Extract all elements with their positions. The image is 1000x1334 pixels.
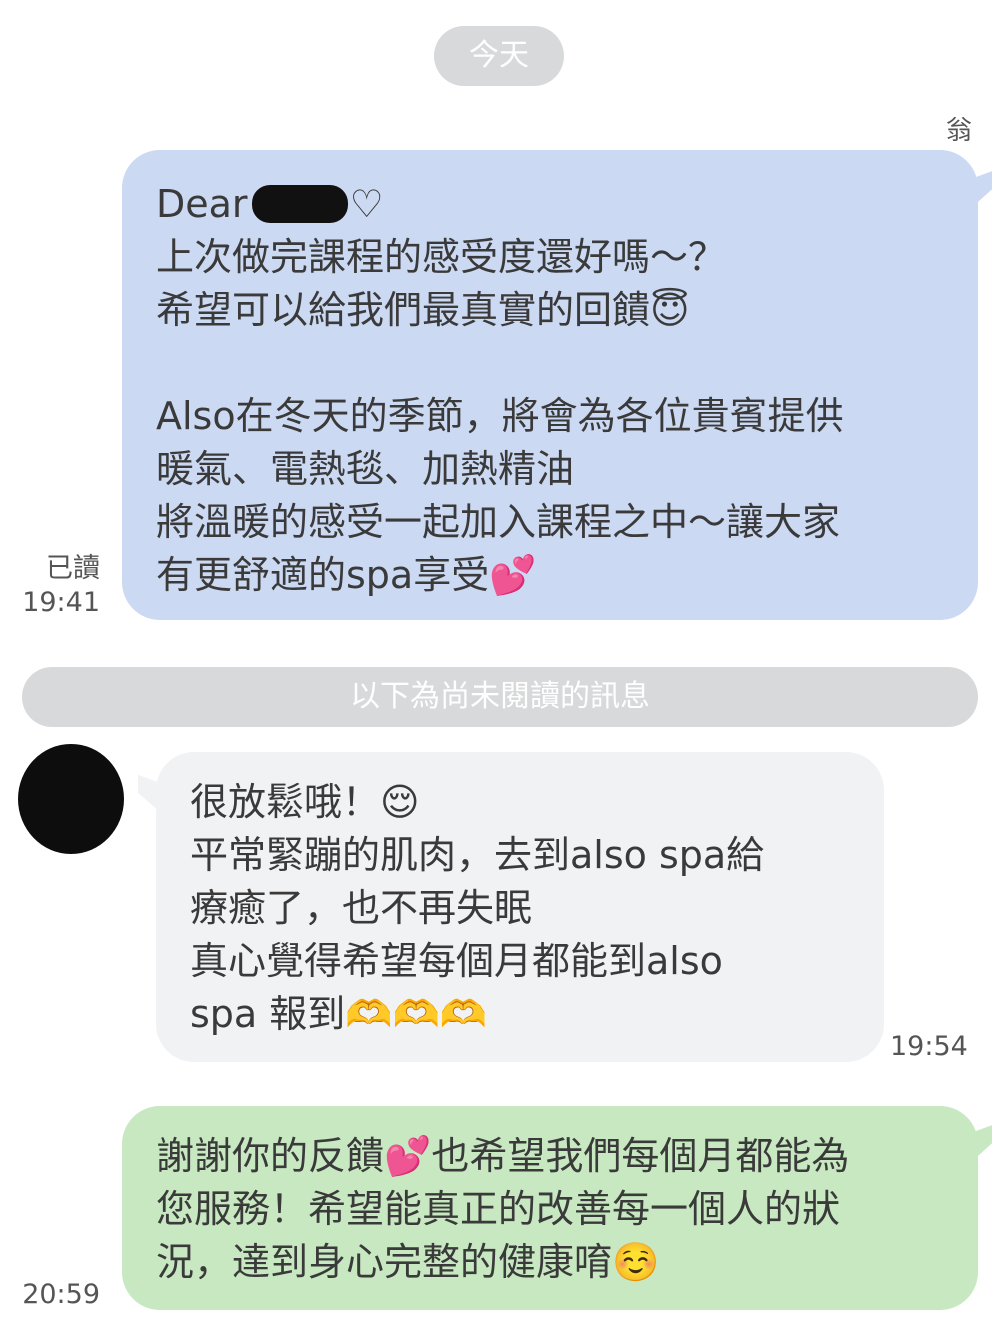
sender-name: 翁 <box>945 116 972 146</box>
reply-message-bubble[interactable]: 謝謝你的反饋💕也希望我們每個月都能為 您服務！希望能真正的改善每一個人的狀 況，… <box>122 1106 978 1310</box>
message-time: 20:59 <box>22 1279 100 1310</box>
message-line: 謝謝你的反饋💕也希望我們每個月都能為 <box>156 1134 850 1178</box>
message-time: 19:41 <box>22 587 100 618</box>
heart-icon: ♡ <box>349 182 384 226</box>
unread-divider: 以下為尚未閱讀的訊息 <box>22 667 978 727</box>
message-line: spa 報到🫶🫶🫶 <box>190 992 488 1036</box>
message-line: 希望可以給我們最真實的回饋😇 <box>156 288 690 332</box>
date-divider: 今天 <box>434 26 564 86</box>
message-line: 平常緊蹦的肌肉，去到also spa給 <box>190 833 765 877</box>
message-line: 有更舒適的spa享受💕 <box>156 553 537 597</box>
incoming-message-bubble[interactable]: 很放鬆哦！😌 平常緊蹦的肌肉，去到also spa給 療癒了，也不再失眠 真心覺… <box>156 752 884 1062</box>
message-line: 將溫暖的感受一起加入課程之中～讓大家 <box>156 500 841 544</box>
message-line: 況，達到身心完整的健康唷☺️ <box>156 1240 660 1284</box>
avatar[interactable] <box>18 744 124 854</box>
message-line: 療癒了，也不再失眠 <box>190 886 533 930</box>
message-time: 19:54 <box>890 1031 968 1062</box>
read-receipt: 已讀 <box>46 553 100 584</box>
message-line: 上次做完課程的感受度還好嗎～？ <box>156 235 727 279</box>
outgoing-message-bubble[interactable]: Dear ♡ 上次做完課程的感受度還好嗎～？ 希望可以給我們最真實的回饋😇 Als… <box>122 150 978 620</box>
message-line: Dear ♡ <box>156 182 384 226</box>
message-line: 暖氣、電熱毯、加熱精油 <box>156 447 575 491</box>
message-line: Also在冬天的季節，將會為各位貴賓提供 <box>156 394 844 438</box>
message-line: 您服務！希望能真正的改善每一個人的狀 <box>156 1187 841 1231</box>
redacted-name <box>251 185 348 223</box>
message-meta: 已讀 19:41 <box>20 552 100 620</box>
message-line: 很放鬆哦！😌 <box>190 780 420 824</box>
message-line: 真心覺得希望每個月都能到also <box>190 939 723 983</box>
